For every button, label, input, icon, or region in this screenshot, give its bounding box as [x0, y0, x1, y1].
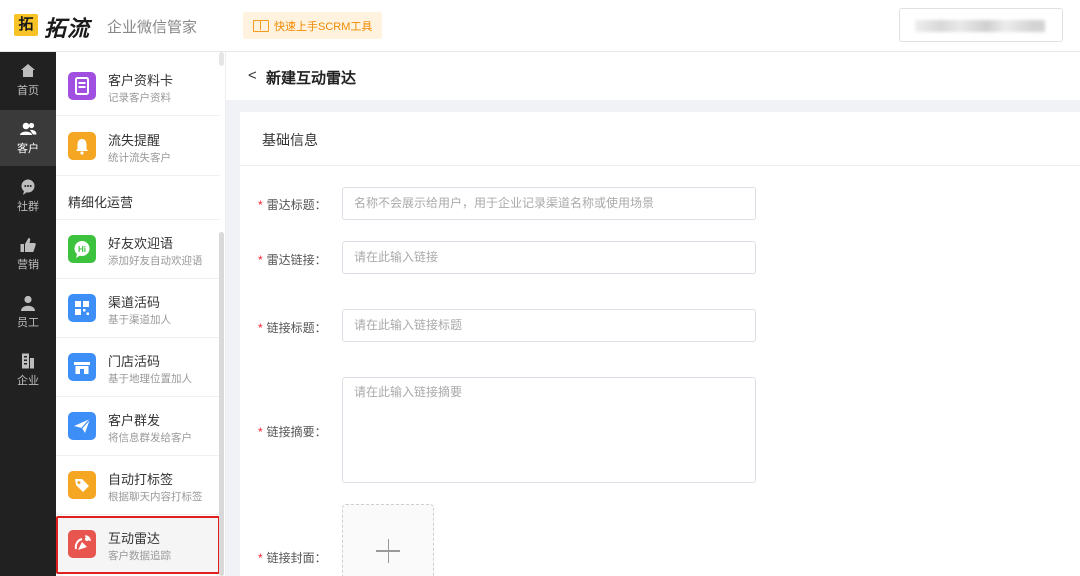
link-summary-label: * 链接摘要：: [258, 423, 327, 440]
submenu-item-store-qrcode[interactable]: 门店活码 基于地理位置加人: [56, 339, 220, 397]
store-icon: [68, 353, 96, 381]
submenu-item-title: 渠道活码: [108, 295, 161, 310]
section-title: 基础信息: [262, 132, 318, 148]
submenu-item-desc: 基于地理位置加人: [108, 373, 192, 385]
chat-icon: [21, 179, 35, 195]
scrollbar-top: [219, 52, 224, 66]
submenu-item-interactive-radar[interactable]: 互动雷达 客户数据追踪: [56, 516, 220, 574]
submenu-item-welcome-message[interactable]: Hi 好友欢迎语 添加好友自动欢迎语: [56, 221, 220, 279]
submenu-scrollbar[interactable]: [219, 232, 224, 576]
submenu-group-label: 精细化运营: [68, 195, 134, 210]
radar-title-input[interactable]: 名称不会展示给用户，用于企业记录渠道名称或使用场景: [342, 187, 756, 220]
users-icon: [20, 122, 37, 135]
label-text: 雷达链接：: [266, 253, 327, 267]
radar-title-label: * 雷达标题：: [258, 196, 327, 213]
profile-card-icon: [68, 72, 96, 100]
book-icon: [253, 19, 269, 32]
link-summary-textarea[interactable]: 请在此输入链接摘要: [342, 377, 756, 483]
back-button[interactable]: <: [248, 67, 257, 84]
app-title: 企业微信管家: [107, 19, 198, 36]
radar-link-label: * 雷达链接：: [258, 251, 327, 268]
blurred-account-name: [915, 20, 1045, 32]
label-text: 链接封面：: [266, 551, 327, 565]
required-mark: *: [258, 321, 263, 335]
svg-text:Hi: Hi: [78, 245, 86, 254]
label-text: 链接标题：: [266, 321, 327, 335]
required-mark: *: [258, 253, 263, 267]
person-icon: [21, 295, 35, 311]
submenu-item-title: 客户群发: [108, 413, 161, 428]
submenu-item-title: 互动雷达: [108, 531, 161, 546]
user-account-box[interactable]: [899, 8, 1063, 42]
nav-item-staff[interactable]: 员工: [0, 284, 56, 340]
radar-link-input[interactable]: 请在此输入链接: [342, 241, 756, 274]
quick-start-button[interactable]: 快速上手SCRM工具: [243, 12, 383, 39]
hi-bubble-icon: Hi: [68, 235, 96, 263]
nav-item-customers[interactable]: 客户: [0, 110, 56, 166]
home-icon: [21, 64, 35, 77]
nav-item-community[interactable]: 社群: [0, 168, 56, 224]
nav-label: 营销: [17, 259, 39, 271]
required-mark: *: [258, 425, 263, 439]
quick-start-label: 快速上手SCRM工具: [274, 20, 373, 33]
submenu-item-customer-profile[interactable]: 客户资料卡 记录客户资料: [56, 58, 220, 116]
submenu-item-desc: 记录客户资料: [108, 92, 171, 104]
link-title-input[interactable]: 请在此输入链接标题: [342, 309, 756, 342]
label-text: 链接摘要：: [266, 425, 327, 439]
submenu-item-desc: 根据聊天内容打标签: [108, 491, 203, 503]
nav-label: 企业: [17, 375, 39, 387]
submenu-item-title: 门店活码: [108, 354, 161, 369]
tag-icon: [68, 471, 96, 499]
customer-submenu: 客户资料卡 记录客户资料 流失提醒 统计流失客户 精细化运营 Hi 好友欢迎语 …: [56, 52, 226, 576]
thumbs-up-icon: [20, 238, 36, 252]
submenu-item-desc: 添加好友自动欢迎语: [108, 255, 203, 267]
logo-text: 拓流: [44, 16, 91, 41]
submenu-item-churn-alert[interactable]: 流失提醒 统计流失客户: [56, 118, 220, 176]
nav-item-enterprise[interactable]: 企业: [0, 342, 56, 398]
send-icon: [68, 412, 96, 440]
submenu-item-mass-message[interactable]: 客户群发 将信息群发给客户: [56, 398, 220, 456]
submenu-item-channel-qrcode[interactable]: 渠道活码 基于渠道加人: [56, 280, 220, 338]
nav-label: 首页: [17, 85, 39, 97]
submenu-item-auto-tag[interactable]: 自动打标签 根据聊天内容打标签: [56, 457, 220, 515]
top-bar: 拓 拓流 企业微信管家 快速上手SCRM工具: [0, 0, 1080, 52]
submenu-item-desc: 统计流失客户: [108, 152, 171, 164]
page-header: < 新建互动雷达: [226, 52, 1080, 100]
nav-label: 员工: [17, 317, 39, 329]
submenu-item-desc: 客户数据追踪: [108, 550, 171, 562]
page-title: 新建互动雷达: [266, 70, 357, 87]
label-text: 雷达标题：: [266, 198, 327, 212]
submenu-item-title: 客户资料卡: [108, 73, 174, 88]
submenu-item-title: 好友欢迎语: [108, 236, 174, 251]
logo-mark: 拓: [14, 14, 38, 36]
bell-icon: [68, 132, 96, 160]
nav-item-marketing[interactable]: 营销: [0, 226, 56, 282]
qrcode-icon: [68, 294, 96, 322]
main-nav: 首页 客户 社群 营销 员工 企业: [0, 52, 56, 576]
radar-icon: [68, 530, 96, 558]
submenu-item-title: 流失提醒: [108, 133, 161, 148]
nav-label: 客户: [17, 143, 39, 155]
section-divider: [240, 165, 1080, 166]
required-mark: *: [258, 551, 263, 565]
cover-upload-button[interactable]: [342, 504, 434, 576]
submenu-item-desc: 基于渠道加人: [108, 314, 171, 326]
submenu-item-title: 自动打标签: [108, 472, 174, 487]
nav-label: 社群: [17, 201, 39, 213]
link-cover-label: * 链接封面：: [258, 549, 327, 566]
building-icon: [22, 353, 34, 369]
submenu-group-fine-ops: 精细化运营: [56, 178, 220, 220]
nav-item-home[interactable]: 首页: [0, 52, 56, 108]
required-mark: *: [258, 198, 263, 212]
plus-icon-vertical: [387, 539, 389, 563]
link-title-label: * 链接标题：: [258, 319, 327, 336]
submenu-item-desc: 将信息群发给客户: [108, 432, 192, 444]
